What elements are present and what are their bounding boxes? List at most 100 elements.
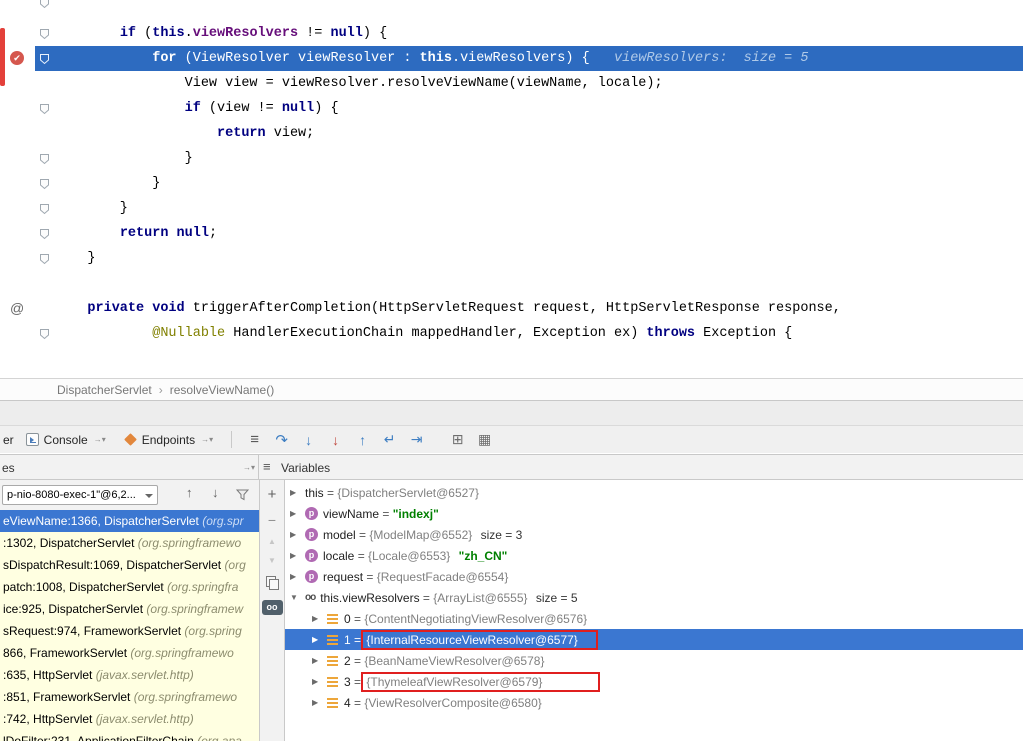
force-step-into-icon[interactable]: ↓ — [322, 432, 349, 448]
variable-row[interactable]: ▶pmodel = {ModelMap@6552} size = 3 — [285, 524, 1023, 545]
combo-caret-icon — [145, 494, 153, 498]
step-over-icon[interactable]: ↷ — [268, 431, 295, 449]
variable-row[interactable]: ▶plocale = {Locale@6553} "zh_CN" — [285, 545, 1023, 566]
fold-marker-icon[interactable] — [39, 102, 50, 114]
parameter-icon: p — [305, 570, 318, 583]
array-element-icon — [327, 635, 338, 645]
variable-name: 0 — [344, 612, 351, 626]
code-line: @Nullable HandlerExecutionChain mappedHa… — [55, 321, 1023, 346]
chevron-right-icon[interactable]: ▶ — [312, 677, 327, 686]
variable-row[interactable]: ▶3 = {ThymeleafViewResolver@6579} — [285, 671, 1023, 692]
variable-row[interactable]: ▶pviewName = "indexj" — [285, 503, 1023, 524]
code-area[interactable]: if (this.viewResolvers != null) { for (V… — [55, 21, 1023, 346]
code-editor[interactable]: ✔ @ if (this.viewResolvers != null) { fo… — [0, 0, 1023, 378]
ide-debug-window: ✔ @ if (this.viewResolvers != null) { fo… — [0, 0, 1023, 741]
watch-icon: oo — [305, 592, 315, 603]
stack-frame-row[interactable]: patch:1008, DispatcherServlet (org.sprin… — [0, 576, 259, 598]
chevron-right-icon[interactable]: ▶ — [290, 530, 305, 539]
chevron-right-icon[interactable]: ▶ — [290, 572, 305, 581]
chevron-down-icon[interactable]: ▼ — [290, 593, 305, 602]
fold-marker-icon[interactable] — [39, 177, 50, 189]
variable-row[interactable]: ▶this = {DispatcherServlet@6527} — [285, 482, 1023, 503]
remove-watch-icon[interactable]: − — [268, 513, 276, 527]
array-element-icon — [327, 677, 338, 687]
thread-selector-dropdown[interactable]: p-nio-8080-exec-1"@6,2... — [2, 485, 158, 505]
breakpoint-icon[interactable]: ✔ — [10, 51, 24, 65]
fold-marker-icon[interactable] — [39, 0, 50, 8]
stack-frame-row[interactable]: ice:925, DispatcherServlet (org.springfr… — [0, 598, 259, 620]
tab-options-icon[interactable]: →▾ — [94, 435, 106, 444]
debugger-tab-cut-label[interactable]: er — [0, 433, 17, 447]
chevron-right-icon[interactable]: ▶ — [312, 698, 327, 707]
debug-window-top-band — [0, 400, 1023, 425]
next-frame-icon[interactable]: ↓ — [212, 486, 219, 499]
stack-frame-row[interactable]: :742, HttpServlet (javax.servlet.http) — [0, 708, 259, 730]
breadcrumb-item-class[interactable]: DispatcherServlet — [57, 383, 152, 397]
scroll-down-icon[interactable]: ▼ — [268, 557, 276, 565]
chevron-right-icon[interactable]: ▶ — [312, 635, 327, 644]
frames-panel: p-nio-8080-exec-1"@6,2... ↑ ↓ eViewName:1… — [0, 480, 259, 741]
filter-frames-icon[interactable] — [236, 489, 249, 503]
copy-value-icon[interactable] — [266, 576, 278, 589]
chevron-right-icon[interactable]: ▶ — [312, 614, 327, 623]
variable-name: locale — [323, 549, 354, 563]
equals-sign: = — [324, 486, 338, 500]
variable-row[interactable]: ▶ 0 = {ContentNegotiatingViewResolver@657… — [285, 608, 1023, 629]
step-into-icon[interactable]: ↓ — [295, 432, 322, 448]
fold-marker-icon[interactable] — [39, 252, 50, 264]
variable-row[interactable]: ▶prequest = {RequestFacade@6554} — [285, 566, 1023, 587]
variables-menu-icon[interactable]: ≡ — [263, 459, 271, 474]
frames-panel-title: es — [2, 461, 15, 475]
fold-marker-icon[interactable] — [39, 227, 50, 239]
stack-frame-row[interactable]: sRequest:974, FrameworkServlet (org.spri… — [0, 620, 259, 642]
tab-endpoints[interactable]: Endpoints →▾ — [115, 426, 222, 454]
show-watches-icon[interactable]: oo — [262, 600, 283, 615]
chevron-right-icon[interactable]: ▶ — [290, 551, 305, 560]
variables-panel: ▶this = {DispatcherServlet@6527}▶pviewNa… — [285, 480, 1023, 741]
stack-frame-row[interactable]: eViewName:1366, DispatcherServlet (org.s… — [0, 510, 259, 532]
chevron-right-icon[interactable]: ▶ — [290, 488, 305, 497]
stack-frame-row[interactable]: :1302, DispatcherServlet (org.springfram… — [0, 532, 259, 554]
endpoints-icon — [124, 433, 137, 446]
variable-name: 1 — [344, 633, 351, 647]
tab-options-icon[interactable]: →▾ — [201, 435, 213, 444]
variable-value-suffix: size = 5 — [533, 591, 578, 605]
variable-value: {ContentNegotiatingViewResolver@6576} — [364, 612, 587, 626]
previous-frame-icon[interactable]: ↑ — [186, 486, 193, 499]
tab-label: Endpoints — [142, 433, 195, 447]
fold-marker-icon[interactable] — [39, 27, 50, 39]
chevron-right-icon[interactable]: ▶ — [312, 656, 327, 665]
fold-marker-icon[interactable] — [39, 52, 50, 64]
variable-value: {RequestFacade@6554} — [377, 570, 509, 584]
layout-settings-icon[interactable]: ▦ — [471, 431, 498, 448]
code-line: return view; — [55, 121, 1023, 146]
tab-console[interactable]: Console→▾ — [17, 426, 115, 454]
variable-row[interactable]: ▼oothis.viewResolvers = {ArrayList@6555}… — [285, 587, 1023, 608]
step-out-icon[interactable]: ↑ — [349, 432, 376, 448]
stack-frame-row[interactable]: sDispatchResult:1069, DispatcherServlet … — [0, 554, 259, 576]
variable-row[interactable]: ▶1 = {InternalResourceViewResolver@6577} — [285, 629, 1023, 650]
stack-frame-row[interactable]: lDoFilter:231, ApplicationFilterChain (o… — [0, 730, 259, 741]
scroll-up-icon[interactable]: ▲ — [268, 538, 276, 546]
variable-name: model — [323, 528, 356, 542]
stack-frame-row[interactable]: :635, HttpServlet (javax.servlet.http) — [0, 664, 259, 686]
breadcrumb-item-method[interactable]: resolveViewName() — [170, 383, 274, 397]
run-to-cursor-icon[interactable]: ⇥ — [403, 431, 430, 448]
variable-row[interactable]: ▶4 = {ViewResolverComposite@6580} — [285, 692, 1023, 713]
equals-sign: = — [351, 612, 365, 626]
breadcrumb-separator: › — [159, 383, 163, 397]
fold-marker-icon[interactable] — [39, 202, 50, 214]
add-watch-icon[interactable]: + — [268, 487, 277, 502]
settings-menu-icon[interactable]: ≡ — [241, 431, 268, 448]
fold-marker-icon[interactable] — [39, 327, 50, 339]
thread-selector-value: p-nio-8080-exec-1"@6,2... — [7, 489, 136, 501]
stack-frame-row[interactable]: 866, FrameworkServlet (org.springframewo — [0, 642, 259, 664]
chevron-right-icon[interactable]: ▶ — [290, 509, 305, 518]
evaluate-expression-icon[interactable]: ⊞ — [444, 431, 471, 448]
code-line: } — [55, 246, 1023, 271]
frames-panel-options-icon[interactable]: →▾ — [243, 463, 255, 472]
drop-frame-icon[interactable]: ↵ — [376, 431, 403, 448]
stack-frame-row[interactable]: :851, FrameworkServlet (org.springframew… — [0, 686, 259, 708]
fold-marker-icon[interactable] — [39, 152, 50, 164]
variable-row[interactable]: ▶2 = {BeanNameViewResolver@6578} — [285, 650, 1023, 671]
